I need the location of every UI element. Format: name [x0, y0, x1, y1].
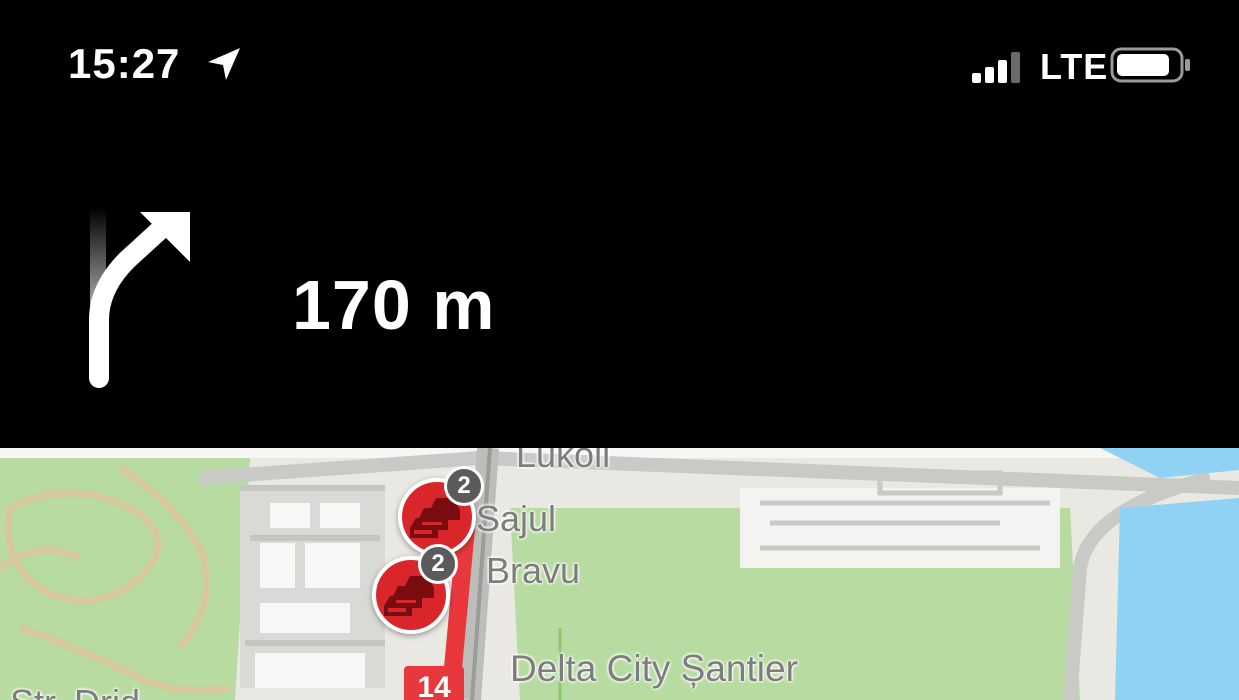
status-time: 15:27: [68, 40, 181, 87]
map-view[interactable]: Lukoil Sajul Bravu Delta City Șantier St…: [0, 448, 1239, 700]
traffic-marker-count: 2: [418, 544, 458, 584]
battery-icon: [1110, 47, 1190, 83]
maneuver-distance: 170 m: [292, 266, 496, 344]
route-badge: 14: [404, 666, 464, 700]
map-label-sajul: Sajul: [476, 498, 557, 539]
map-label-street: Str. Drid...: [10, 682, 170, 700]
map-label-bravu: Bravu: [486, 550, 581, 591]
network-type-label: LTE: [1040, 46, 1109, 87]
cellular-signal-icon: [972, 52, 1020, 83]
traffic-marker[interactable]: 2: [372, 544, 462, 646]
navigation-banner: 170 m: [0, 130, 1239, 448]
traffic-marker-count: 2: [444, 466, 484, 506]
bear-right-arrow-icon: [89, 208, 190, 388]
location-arrow-icon: [208, 48, 240, 80]
map-label-delta-city: Delta City Șantier: [510, 648, 798, 689]
status-bar: 15:27 LTE: [0, 0, 1239, 130]
map-label-lukoil: Lukoil: [516, 448, 611, 475]
